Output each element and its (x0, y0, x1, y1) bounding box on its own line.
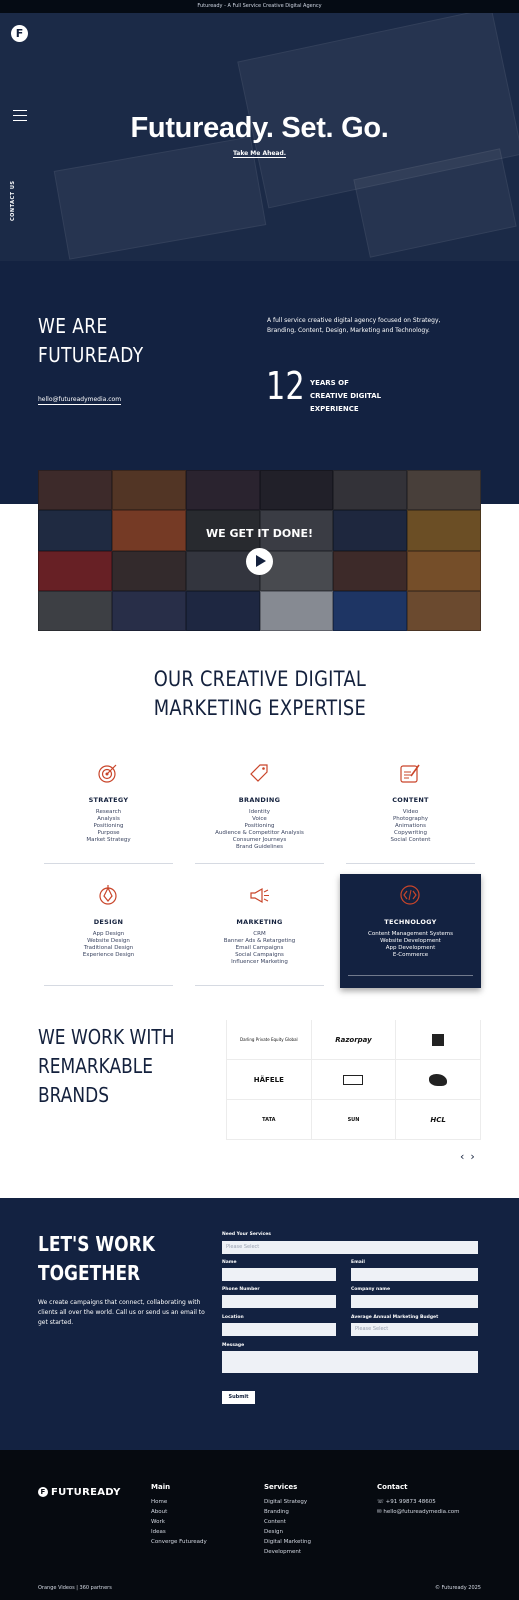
footer-link[interactable]: About (151, 1507, 207, 1517)
footer-link[interactable]: Content (264, 1517, 311, 1527)
footer-link[interactable]: Development (264, 1547, 311, 1557)
hero-section: F CONTACT US Futuready. Set. Go. Take Me… (0, 13, 519, 261)
service-card-strategy[interactable]: STRATEGY Research Analysis Positioning Purp… (44, 752, 173, 864)
budget-select[interactable]: Please Select (351, 1323, 478, 1336)
location-label: Location (222, 1315, 244, 1320)
pen-tool-icon (99, 885, 117, 905)
footer-phone[interactable]: ☏ +91 99873 48605 (377, 1497, 459, 1507)
play-icon[interactable] (246, 548, 273, 575)
megaphone-icon (250, 887, 269, 904)
footer-main-column: Main Home About Work Ideas Converge Futu… (151, 1483, 207, 1547)
brand-logo[interactable]: F (11, 25, 28, 42)
brand-logo-animal (396, 1060, 481, 1100)
footer-copy-left: Orange Videos | 360 partners (38, 1585, 112, 1591)
video-title: WE GET IT DONE! (206, 527, 313, 540)
services-label: Need Your Services (222, 1232, 271, 1237)
service-card-list: Identity Voice Positioning Audience & Compe… (215, 809, 304, 850)
message-field[interactable] (222, 1351, 478, 1373)
brand-logo-sun: SUN (311, 1100, 397, 1140)
service-card-title: BRANDING (238, 796, 281, 804)
brand-logo-grid: Darling Private Equity Global Razorpay H… (226, 1020, 481, 1140)
service-card-title: TECHNOLOGY (384, 918, 437, 926)
footer-email[interactable]: ✉ hello@futureadymedia.com (377, 1507, 459, 1517)
services-select[interactable]: Please Select (222, 1241, 478, 1254)
phone-field[interactable] (222, 1295, 336, 1308)
years-label: YEARS OF CREATIVE DIGITAL EXPERIENCE (310, 379, 382, 413)
service-card-list: App Design Website Design Traditional Desi… (82, 931, 135, 958)
name-field[interactable] (222, 1268, 336, 1281)
budget-label: Average Annual Marketing Budget (351, 1315, 439, 1320)
hero-tagline-link[interactable]: Take Me Ahead. (0, 150, 519, 158)
service-card-content[interactable]: CONTENT Video Photography Animations Copywr… (346, 752, 475, 864)
email-label: Email (351, 1260, 365, 1265)
showreel-video[interactable]: WE GET IT DONE! (38, 470, 481, 631)
brand-logo-emblem (311, 1060, 397, 1100)
announcement-bar: Futuready - A Full Service Creative Digi… (0, 0, 519, 13)
footer-link[interactable]: Ideas (151, 1527, 207, 1537)
brand-logo-hafele: HÄFELE (227, 1060, 312, 1100)
brand-logo-darling: Darling Private Equity Global (227, 1020, 312, 1060)
next-arrow-icon[interactable]: › (470, 1150, 474, 1163)
footer-services-title: Services (264, 1483, 298, 1491)
brand-logo-razorpay: Razorpay (311, 1020, 397, 1060)
about-section: WE ARE FUTUREADY hello@futureadymedia.com… (0, 261, 519, 504)
brand-logo-crest (396, 1020, 481, 1060)
about-heading: WE ARE FUTUREADY (38, 314, 144, 367)
tag-icon (250, 764, 268, 782)
footer-main-title: Main (151, 1483, 171, 1491)
target-icon (98, 764, 117, 783)
location-field[interactable] (222, 1323, 336, 1336)
message-label: Message (222, 1343, 245, 1348)
footer-link[interactable]: Digital Strategy (264, 1497, 311, 1507)
service-card-title: MARKETING (236, 918, 283, 926)
footer-services-column: Services Digital Strategy Branding Conte… (264, 1483, 311, 1557)
phone-icon: ☏ (377, 1499, 386, 1505)
expertise-title: OUR CREATIVE DIGITAL MARKETING EXPERTISE (153, 667, 366, 720)
footer-link[interactable]: Design (264, 1527, 311, 1537)
service-card-list: Content Management Systems Website Develo… (368, 931, 453, 958)
footer-contact-title: Contact (377, 1483, 408, 1491)
contact-text: We create campaigns that connect, collab… (38, 1299, 205, 1326)
brand-carousel-controls: ‹ › (460, 1150, 481, 1163)
service-card-branding[interactable]: BRANDING Identity Voice Positioning Audienc… (195, 752, 324, 864)
footer-logo[interactable]: F FUTUREADY (38, 1487, 121, 1498)
logo-icon: F (38, 1487, 48, 1497)
about-description: A full service creative digital agency f… (267, 317, 441, 334)
name-label: Name (222, 1260, 237, 1265)
footer-link[interactable]: Digital Marketing (264, 1537, 311, 1547)
code-icon (400, 885, 420, 905)
footer-link[interactable]: Home (151, 1497, 207, 1507)
service-card-title: CONTENT (392, 796, 429, 804)
footer-link[interactable]: Branding (264, 1507, 311, 1517)
footer-link[interactable]: Converge Futuready (151, 1537, 207, 1547)
company-label: Company name (351, 1287, 391, 1292)
email-field[interactable] (351, 1268, 478, 1281)
footer: F FUTUREADY Main Home About Work Ideas Co… (0, 1450, 519, 1600)
service-card-list: CRM Banner Ads & Retargeting Email Campaig… (223, 931, 296, 965)
prev-arrow-icon[interactable]: ‹ (460, 1150, 464, 1163)
submit-button[interactable]: Submit (222, 1391, 255, 1404)
footer-copyright: © Futuready 2025 (434, 1585, 481, 1591)
company-field[interactable] (351, 1295, 478, 1308)
footer-link[interactable]: Work (151, 1517, 207, 1527)
service-card-marketing[interactable]: MARKETING CRM Banner Ads & Retargeting Ema… (195, 874, 324, 986)
phone-label: Phone Number (222, 1287, 260, 1292)
brand-logo-tata: TATA (227, 1100, 312, 1140)
hero-headline: Futuready. Set. Go. (130, 112, 389, 144)
contact-heading: LET'S WORK TOGETHER (38, 1232, 155, 1285)
years-number: 12 (266, 364, 305, 408)
announcement-text: Futuready - A Full Service Creative Digi… (197, 3, 322, 9)
brand-logo-hcl: HCL (396, 1100, 481, 1140)
service-card-title: DESIGN (93, 918, 124, 926)
service-card-technology[interactable]: TECHNOLOGY Content Management Systems Web… (340, 874, 481, 988)
brands-title: WE WORK WITH REMARKABLE BRANDS (38, 1025, 175, 1107)
service-card-list: Video Photography Animations Copywriting Soc… (390, 809, 431, 843)
contact-us-link[interactable]: CONTACT US (10, 181, 16, 221)
service-card-design[interactable]: DESIGN App Design Website Design Tradition… (44, 874, 173, 986)
service-card-title: STRATEGY (88, 796, 129, 804)
footer-contact-column: Contact ☏ +91 99873 48605 ✉ hello@future… (377, 1483, 459, 1517)
about-email-link[interactable]: hello@futureadymedia.com (38, 396, 122, 405)
service-card-list: Research Analysis Positioning Purpose Market… (86, 809, 131, 843)
pencil-note-icon (400, 764, 420, 783)
